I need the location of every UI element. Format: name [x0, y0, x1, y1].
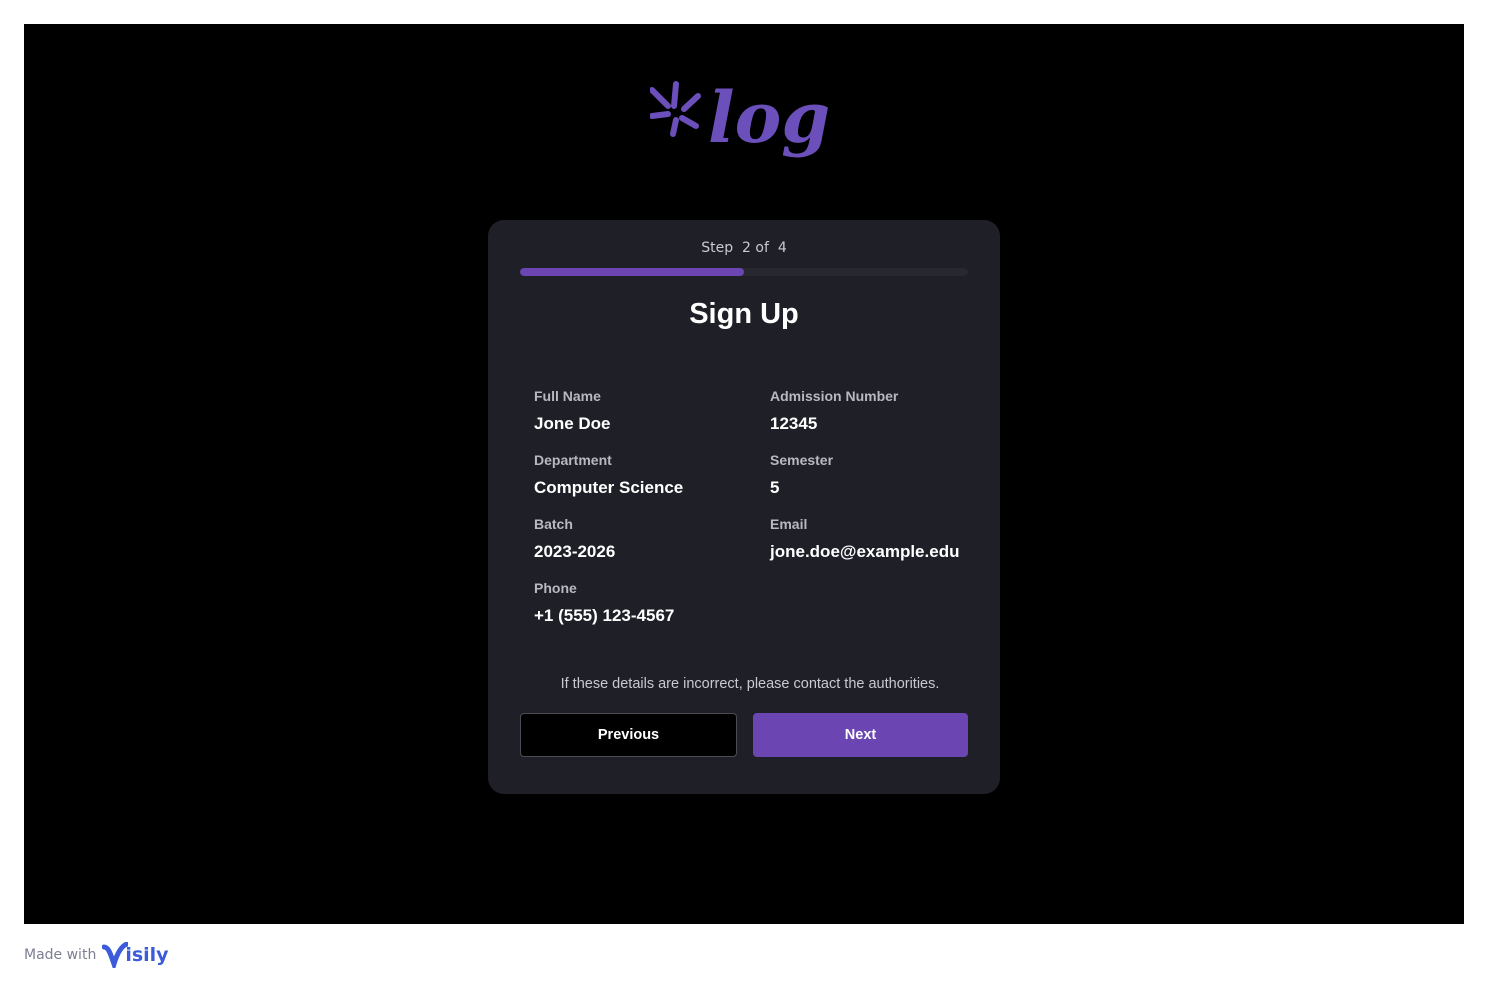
step-indicator: Step 2 of 4	[488, 240, 1000, 256]
field-full-name: Full Name Jone Doe	[534, 388, 754, 434]
field-department: Department Computer Science	[534, 452, 754, 498]
field-label: Batch	[534, 516, 573, 532]
field-phone: Phone +1 (555) 123-4567	[534, 580, 754, 626]
field-label: Admission Number	[770, 388, 899, 404]
logo-icon: logo	[650, 76, 830, 159]
made-with-footer[interactable]: Made with isily	[24, 940, 169, 970]
step-current: 2	[742, 240, 751, 256]
step-of: of	[755, 240, 769, 256]
visily-brand[interactable]: isily	[102, 942, 169, 968]
field-label: Email	[770, 516, 808, 532]
made-with-text: Made with	[24, 947, 97, 963]
visily-brand-text: isily	[125, 944, 169, 966]
previous-button[interactable]: Previous	[520, 713, 737, 757]
field-value: Computer Science	[534, 478, 684, 497]
field-label: Semester	[770, 452, 834, 468]
progress-fill	[520, 268, 744, 276]
field-value: +1 (555) 123-4567	[534, 606, 675, 625]
next-button[interactable]: Next	[753, 713, 968, 757]
field-batch: Batch 2023-2026	[534, 516, 754, 562]
step-total: 4	[777, 240, 787, 256]
signup-card: Step 2 of 4 Sign Up Full Name Jone Doe A…	[488, 220, 1000, 794]
field-value: 2023-2026	[534, 542, 616, 561]
field-value: 12345	[770, 414, 818, 433]
step-prefix: Step	[701, 240, 734, 256]
logo-text: logo	[708, 76, 830, 159]
app-frame: logo Step 2 of 4 Sign Up Full Name Jone …	[24, 24, 1464, 924]
field-value: jone.doe@example.edu	[770, 542, 960, 561]
field-semester: Semester 5	[770, 452, 990, 498]
page-title: Sign Up	[689, 298, 799, 330]
field-email: Email jone.doe@example.edu	[770, 516, 990, 562]
help-note: If these details are incorrect, please c…	[560, 676, 940, 692]
field-value: 5	[770, 478, 780, 497]
field-admission-number: Admission Number 12345	[770, 388, 990, 434]
field-label: Department	[534, 452, 612, 468]
field-label: Phone	[534, 580, 577, 596]
progress-bar	[520, 268, 968, 276]
field-value: Jone Doe	[534, 414, 611, 433]
field-label: Full Name	[534, 388, 601, 404]
